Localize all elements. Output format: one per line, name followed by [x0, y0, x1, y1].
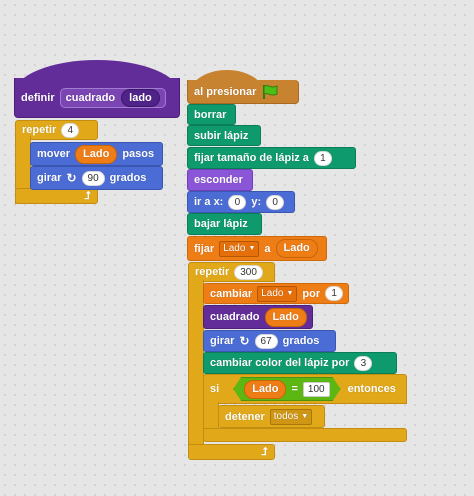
loop-arrow-icon: ⮥	[261, 445, 269, 458]
move-param[interactable]: Lado	[75, 144, 118, 164]
define-hat-body[interactable]: definir cuadrado lado	[14, 78, 180, 118]
if-footer	[203, 428, 407, 442]
pen-up-label: subir lápiz	[194, 129, 249, 142]
set-var-label: fijar	[194, 242, 215, 255]
left-repeat-count[interactable]: 4	[61, 122, 80, 138]
main-repeat-header[interactable]: repetir 300	[188, 262, 275, 282]
rotate-right-icon: ↻	[239, 334, 250, 348]
dropdown-arrow-icon: ▼	[301, 412, 309, 420]
move-block[interactable]: mover Lado pasos	[30, 142, 163, 166]
goto-block[interactable]: ir a x: 0 y: 0	[187, 191, 295, 213]
custom-call-param[interactable]: Lado	[264, 307, 307, 327]
turn-value-right[interactable]: 67	[254, 333, 278, 349]
main-repeat-footer: ⮥	[188, 444, 275, 460]
stop-option: todos	[273, 410, 299, 422]
change-color-label: cambiar color del lápiz por	[210, 357, 350, 369]
set-var-dropdown[interactable]: Lado ▼	[219, 240, 260, 257]
equals-operator[interactable]: Lado = 100	[233, 377, 340, 401]
turn-block-left[interactable]: girar ↻ 90 grados	[30, 166, 163, 190]
left-repeat-label: repetir	[22, 124, 57, 136]
turn-suffix-right: grados	[282, 335, 320, 347]
custom-call-block[interactable]: cuadrado Lado	[203, 305, 313, 329]
goto-label: ir a x:	[194, 196, 224, 208]
clear-label: borrar	[194, 108, 227, 121]
define-prototype[interactable]: cuadrado lado	[59, 87, 166, 108]
dropdown-arrow-icon: ▼	[248, 244, 256, 252]
change-pen-color-block[interactable]: cambiar color del lápiz por 3	[203, 352, 397, 374]
set-pen-size-value[interactable]: 1	[313, 150, 332, 166]
custom-call-label: cuadrado	[210, 311, 260, 323]
dropdown-arrow-icon: ▼	[286, 289, 294, 297]
pen-down-label: bajar lápiz	[194, 218, 248, 230]
if-op: =	[291, 383, 298, 395]
change-var-by: por	[302, 287, 321, 300]
define-name: cuadrado	[65, 91, 116, 104]
turn-label-right: girar	[210, 335, 235, 347]
change-color-value[interactable]: 3	[354, 355, 373, 371]
if-label: si	[210, 383, 220, 395]
turn-block-right[interactable]: girar ↻ 67 grados	[203, 330, 336, 352]
if-block-header[interactable]: si Lado = 100 entonces	[203, 374, 407, 404]
pen-down-block[interactable]: bajar lápiz	[187, 213, 262, 235]
stop-block[interactable]: detener todos ▼	[218, 405, 325, 428]
main-repeat-label: repetir	[195, 266, 230, 278]
move-suffix: pasos	[122, 148, 155, 160]
hide-block[interactable]: esconder	[187, 169, 253, 191]
set-var-block[interactable]: fijar Lado ▼ a Lado	[187, 236, 327, 261]
goto-x-value[interactable]: 0	[228, 194, 247, 210]
move-label: mover	[37, 148, 71, 160]
change-var-name: Lado	[261, 287, 284, 299]
green-flag-icon	[263, 84, 278, 99]
turn-label-left: girar	[37, 172, 62, 184]
set-var-to: a	[264, 242, 271, 255]
change-var-dropdown[interactable]: Lado ▼	[257, 285, 298, 302]
set-var-name: Lado	[223, 242, 246, 254]
turn-value-left[interactable]: 90	[81, 170, 105, 186]
pen-up-block[interactable]: subir lápiz	[187, 125, 261, 146]
loop-arrow-icon: ⮥	[84, 189, 92, 202]
set-pen-size-label: fijar tamaño de lápiz a	[194, 152, 309, 164]
hat-label: al presionar	[194, 85, 257, 98]
hide-label: esconder	[194, 174, 243, 186]
goto-y-label: y:	[251, 196, 262, 208]
left-repeat-footer: ⮥	[15, 188, 98, 204]
set-var-value[interactable]: Lado	[275, 239, 318, 258]
rotate-right-icon: ↻	[66, 171, 77, 185]
then-label: entonces	[347, 383, 396, 395]
set-pen-size-block[interactable]: fijar tamaño de lápiz a 1	[187, 147, 356, 169]
change-var-block[interactable]: cambiar Lado ▼ por 1	[203, 283, 349, 304]
change-var-value[interactable]: 1	[325, 286, 344, 301]
define-keyword: definir	[21, 91, 55, 104]
if-value[interactable]: 100	[303, 382, 330, 397]
main-repeat-side	[188, 280, 204, 448]
goto-y-value[interactable]: 0	[266, 194, 285, 210]
stop-label: detener	[225, 410, 265, 423]
main-repeat-count[interactable]: 300	[234, 264, 263, 280]
turn-suffix-left: grados	[109, 172, 147, 184]
define-param[interactable]: lado	[121, 88, 160, 107]
change-var-label: cambiar	[210, 287, 253, 300]
clear-block[interactable]: borrar	[187, 104, 236, 125]
flag-hat-body[interactable]: al presionar	[187, 80, 299, 104]
if-var[interactable]: Lado	[244, 380, 286, 399]
stop-dropdown[interactable]: todos ▼	[269, 408, 313, 425]
